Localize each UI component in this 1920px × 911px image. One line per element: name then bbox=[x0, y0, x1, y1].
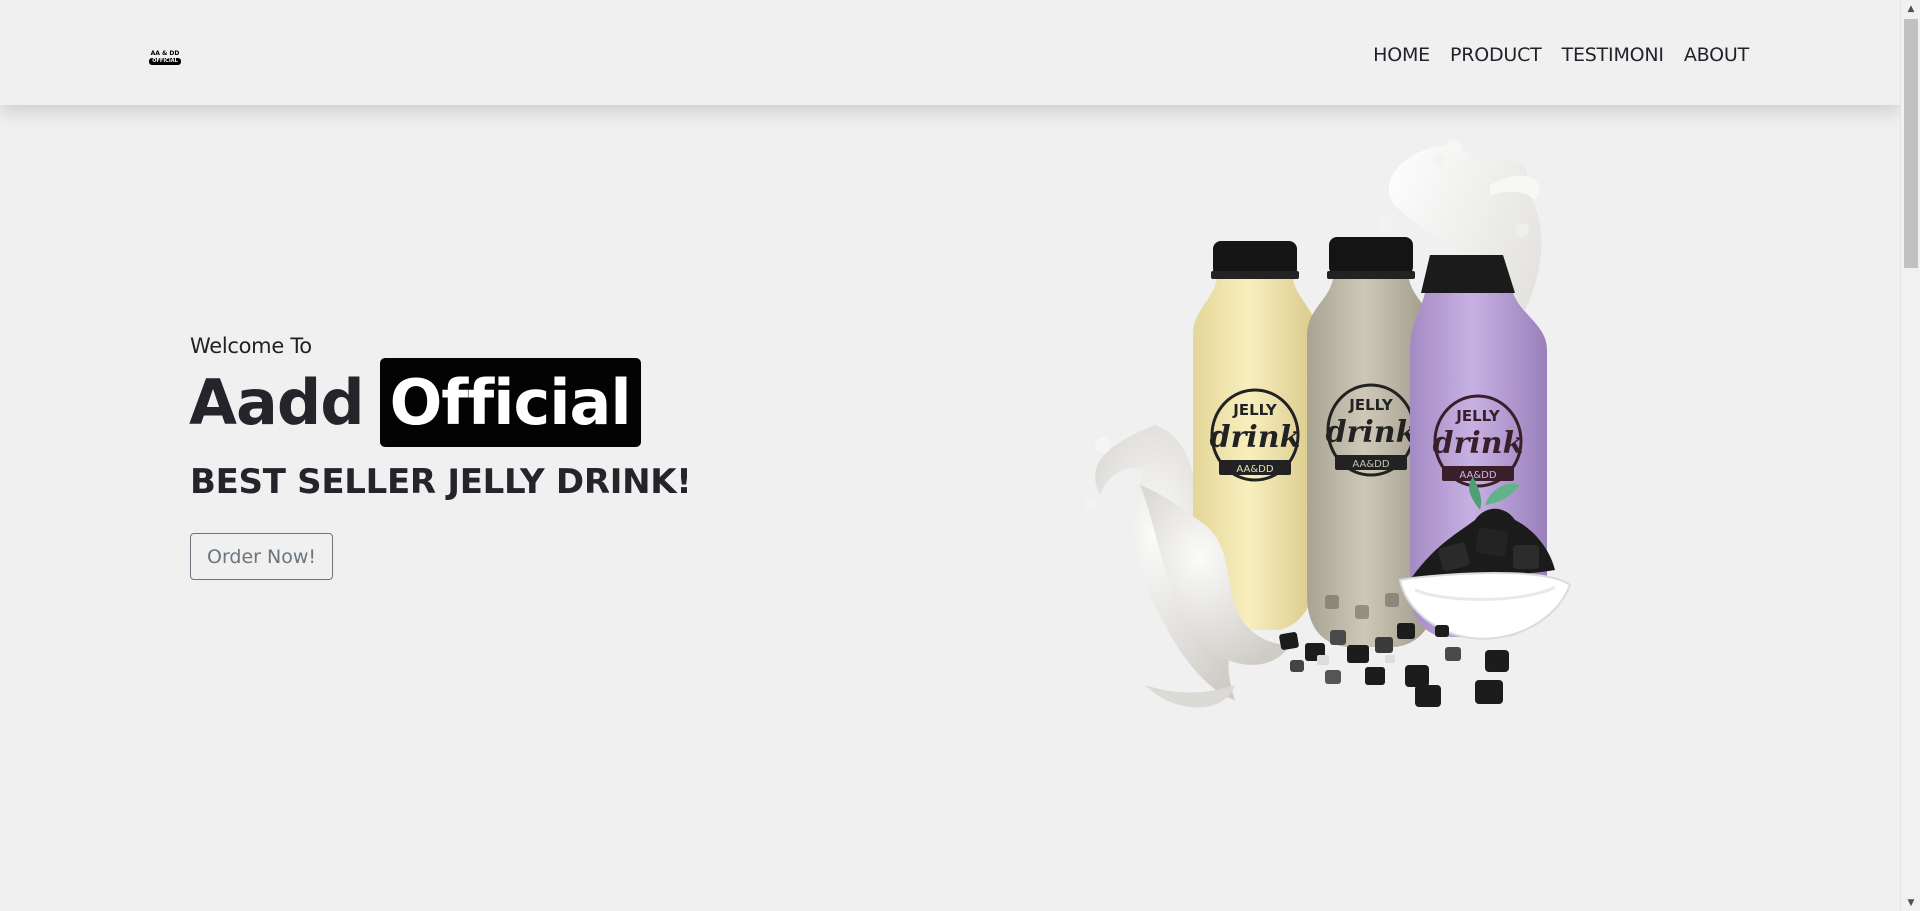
svg-text:AA&DD: AA&DD bbox=[1352, 459, 1389, 470]
svg-text:JELLY: JELLY bbox=[1232, 401, 1278, 419]
brand-name-highlight: Official bbox=[379, 358, 641, 447]
scroll-up-arrow-icon[interactable]: ▲ bbox=[1901, 0, 1920, 17]
svg-text:drink: drink bbox=[1326, 415, 1417, 450]
nav-link-testimoni[interactable]: TESTIMONI bbox=[1562, 44, 1664, 66]
welcome-text: Welcome To bbox=[190, 334, 312, 358]
nav-link-about[interactable]: ABOUT bbox=[1684, 44, 1749, 66]
svg-text:drink: drink bbox=[1210, 420, 1301, 455]
tagline: BEST SELLER JELLY DRINK! bbox=[190, 462, 692, 502]
nav-link-home[interactable]: HOME bbox=[1373, 44, 1430, 66]
svg-text:AA&DD: AA&DD bbox=[1236, 464, 1273, 475]
logo-line-1: AA & DD bbox=[150, 50, 180, 57]
vertical-scrollbar[interactable]: ▲ ▼ bbox=[1900, 0, 1920, 911]
nav-links: HOME PRODUCT TESTIMONI ABOUT bbox=[1373, 44, 1749, 66]
hero-product-image: JELLY drink AA&DD JELLY drink AA&DD JELL… bbox=[1085, 140, 1572, 708]
brand-name-plain: Aadd bbox=[189, 366, 365, 439]
brand-heading: Aadd Official bbox=[189, 358, 641, 447]
page: AA & DD OFFICIAL HOME PRODUCT TESTIMONI … bbox=[0, 0, 1920, 911]
nav-link-product[interactable]: PRODUCT bbox=[1450, 44, 1542, 66]
svg-text:AA&DD: AA&DD bbox=[1459, 470, 1496, 481]
scroll-down-arrow-icon[interactable]: ▼ bbox=[1901, 894, 1920, 911]
brand-logo[interactable]: AA & DD OFFICIAL bbox=[149, 50, 181, 66]
svg-text:JELLY: JELLY bbox=[1455, 407, 1501, 425]
svg-text:drink: drink bbox=[1433, 426, 1524, 461]
scroll-thumb[interactable] bbox=[1904, 19, 1918, 268]
order-now-button[interactable]: Order Now! bbox=[190, 533, 333, 580]
navbar: AA & DD OFFICIAL HOME PRODUCT TESTIMONI … bbox=[0, 0, 1900, 105]
svg-text:JELLY: JELLY bbox=[1348, 396, 1394, 414]
logo-line-2: OFFICIAL bbox=[149, 58, 181, 65]
